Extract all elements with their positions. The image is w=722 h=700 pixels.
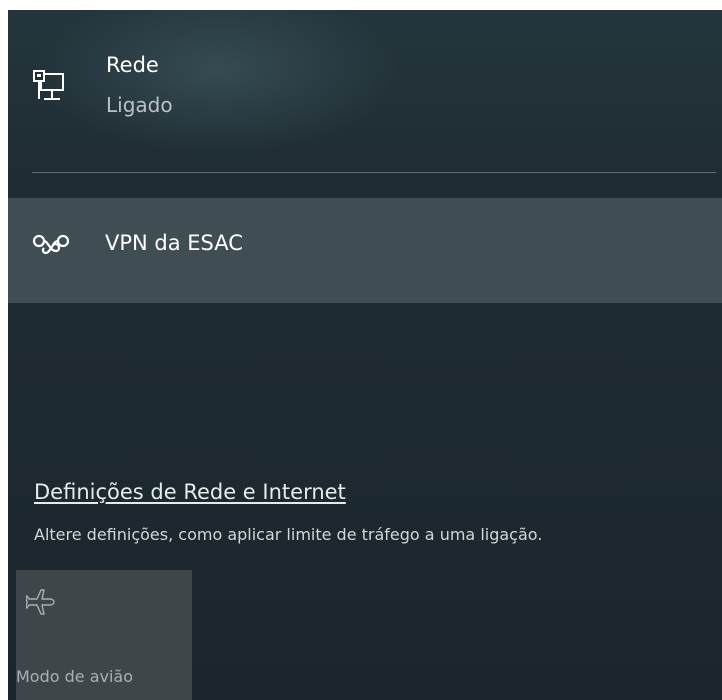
airplane-mode-label: Modo de avião <box>16 667 134 686</box>
network-flyout: Rede Ligado VPN da ESAC Definições de Re… <box>8 10 722 700</box>
airplane-icon <box>26 589 55 615</box>
airplane-mode-tile[interactable]: Modo de avião <box>16 570 192 700</box>
vpn-icon <box>32 234 70 255</box>
divider <box>32 172 716 173</box>
network-status: Ligado <box>106 93 173 117</box>
network-connection-item[interactable]: Rede Ligado <box>8 10 722 170</box>
vpn-name: VPN da ESAC <box>105 231 243 255</box>
vpn-connection-item[interactable]: VPN da ESAC <box>8 198 722 303</box>
settings-description: Altere definições, como aplicar limite d… <box>34 525 543 544</box>
ethernet-pc-icon <box>33 70 64 100</box>
network-name: Rede <box>106 53 159 77</box>
network-internet-settings-link[interactable]: Definições de Rede e Internet <box>34 480 346 504</box>
